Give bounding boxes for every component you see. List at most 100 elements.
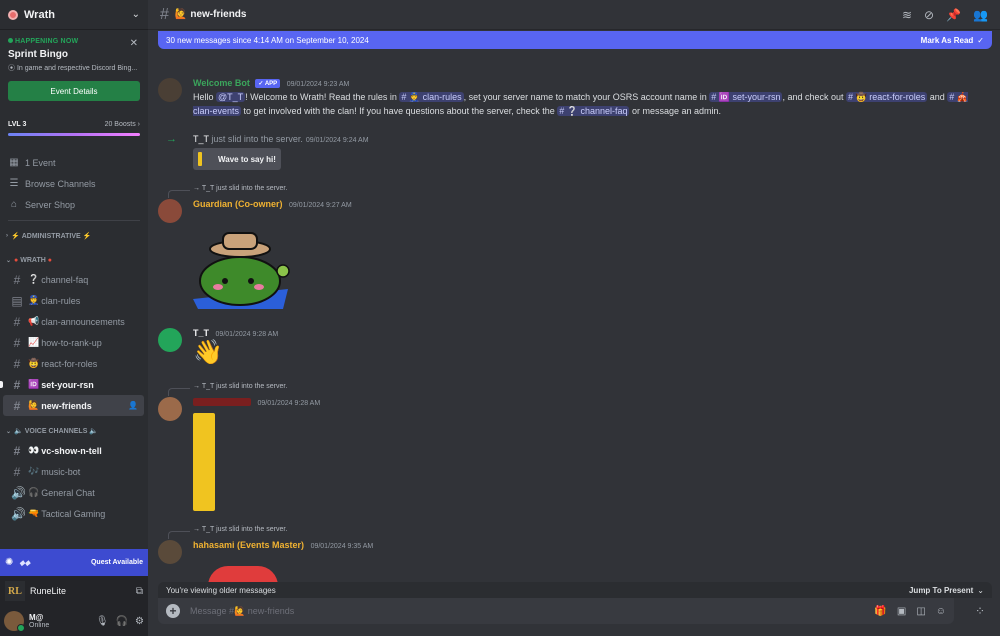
- hash-icon: #: [13, 377, 21, 392]
- channel-mention[interactable]: # 👮 clan-rules: [399, 92, 464, 102]
- chat-area: # 🙋 new-friends ≋ ⊘ 📌 👥 30 new messages …: [148, 0, 1000, 636]
- chevron-down-icon[interactable]: ⌄: [132, 9, 140, 20]
- mark-read-icon[interactable]: ✓: [977, 36, 984, 45]
- event-title: Sprint Bingo: [8, 49, 68, 60]
- timestamp: 09/01/2024 9:35 AM: [310, 543, 374, 550]
- hash-icon: #: [13, 464, 21, 479]
- chevron-down-icon[interactable]: ⌄: [977, 586, 984, 595]
- boost-progress[interactable]: LVL 3 20 Boosts ›: [8, 121, 140, 128]
- event-card: HAPPENING NOW ✕ Sprint Bingo ⦿ In game a…: [0, 30, 148, 107]
- headphones-icon[interactable]: 🎧: [116, 616, 128, 627]
- author-name[interactable]: T_T: [193, 328, 209, 338]
- chevron-right-icon: ›: [6, 233, 8, 239]
- hash-icon: #: [13, 314, 21, 329]
- hash-icon: #: [13, 443, 21, 458]
- boost-level: LVL 3: [8, 121, 27, 128]
- channel-general-chat[interactable]: 🔊 🎧 General Chat: [3, 482, 144, 503]
- reply-preview[interactable]: → T_T just slid into the server.: [193, 526, 287, 533]
- author-name[interactable]: Welcome Bot: [193, 78, 250, 88]
- channel-title: new-friends: [190, 9, 247, 20]
- timestamp: 09/01/2024 9:27 AM: [289, 202, 352, 209]
- sticker-icon[interactable]: ◫: [916, 606, 925, 617]
- author-name[interactable]: hahasami (Events Master): [193, 540, 304, 550]
- event-details-button[interactable]: Event Details: [8, 81, 140, 101]
- invite-icon[interactable]: 👤: [128, 401, 138, 410]
- mark-as-read-button[interactable]: Mark As Read: [921, 36, 974, 45]
- hash-icon: #: [13, 335, 21, 350]
- avatar[interactable]: [158, 540, 182, 564]
- gift-icon[interactable]: 🎁: [874, 606, 886, 617]
- channel-channel-faq[interactable]: # ❔ channel-faq: [3, 269, 144, 290]
- reply-preview[interactable]: → T_T just slid into the server.: [193, 383, 287, 390]
- channel-how-to-rank-up[interactable]: # 📈 how-to-rank-up: [3, 332, 144, 353]
- member-list-icon[interactable]: 👥: [973, 8, 988, 22]
- demon-icon: ●: [47, 256, 53, 264]
- activity-name: RuneLite: [30, 586, 67, 596]
- browse-channels-link[interactable]: ☰ Browse Channels: [0, 173, 148, 194]
- channel-music-bot[interactable]: # 🎶 music-bot: [3, 461, 144, 482]
- channel-vc-show-n-tell[interactable]: # 👀 vc-show-n-tell: [3, 440, 144, 461]
- author-name-redacted[interactable]: [193, 398, 251, 406]
- quest-bar[interactable]: ✺ ◆◆ Quest Available: [0, 549, 148, 576]
- new-messages-banner[interactable]: 30 new messages since 4:14 AM on Septemb…: [158, 31, 992, 49]
- message-input[interactable]: [190, 606, 865, 616]
- threads-icon[interactable]: ≋: [902, 8, 912, 22]
- quest-available-label: Quest Available: [90, 559, 143, 566]
- runelite-logo-icon: RL: [5, 581, 25, 601]
- gear-icon[interactable]: ⚙: [135, 616, 144, 627]
- gif-icon[interactable]: ▣: [897, 606, 906, 617]
- author-name[interactable]: Guardian (Co-owner): [193, 199, 283, 209]
- user-info[interactable]: M@ Online: [29, 613, 89, 629]
- microphone-icon[interactable]: 🎙: [96, 616, 109, 627]
- reply-preview[interactable]: → T_T just slid into the server.: [193, 185, 287, 192]
- screen-share-icon[interactable]: ⧉: [136, 586, 143, 597]
- lightning-icon: ⚡: [11, 233, 20, 240]
- channel-mention[interactable]: # 🆔 set-your-rsn: [709, 92, 783, 102]
- plus-icon[interactable]: +: [166, 604, 180, 618]
- speaker-icon: 🔈: [14, 428, 23, 435]
- mute-bell-icon[interactable]: ⊘: [924, 8, 934, 22]
- category-voice-channels[interactable]: ⌄ 🔈 VOICE CHANNELS 🔈: [0, 422, 148, 440]
- avatar[interactable]: [4, 611, 25, 632]
- avatar[interactable]: [158, 397, 182, 421]
- wave-button[interactable]: Wave to say hi!: [193, 148, 281, 170]
- reply-connector: [168, 388, 190, 396]
- user-mention[interactable]: @T_T: [216, 92, 246, 102]
- message-list: Welcome Bot ✓ APP 09/01/2024 9:23 AM Hel…: [148, 50, 1000, 586]
- channel-new-friends[interactable]: # 🙋 new-friends 👤: [3, 395, 144, 416]
- apps-icon[interactable]: ⁘: [968, 598, 992, 624]
- server-header[interactable]: Wrath ⌄: [0, 0, 148, 30]
- jump-to-present-button[interactable]: Jump To Present: [909, 586, 973, 595]
- hash-icon: #: [13, 272, 21, 287]
- channel-mention[interactable]: # ❔ channel-faq: [557, 106, 630, 116]
- events-link[interactable]: ▦ 1 Event: [0, 152, 148, 173]
- demon-icon: ●: [14, 256, 19, 264]
- channel-clan-rules[interactable]: ▤ 👮 clan-rules: [3, 290, 144, 311]
- pin-icon[interactable]: 📌: [946, 8, 961, 22]
- live-dot-icon: [8, 38, 13, 43]
- activity-panel[interactable]: RL RuneLite ⧉: [0, 576, 148, 606]
- hash-icon: #: [13, 398, 21, 413]
- server-shop-link[interactable]: ⌂ Server Shop: [0, 194, 148, 215]
- reply-connector: [168, 190, 190, 198]
- channel-tactical-gaming[interactable]: 🔊 🔫 Tactical Gaming: [3, 503, 144, 524]
- category-wrath[interactable]: ⌄ ● WRATH ●: [0, 251, 148, 269]
- channel-clan-announcements[interactable]: # 📢 clan-announcements: [3, 311, 144, 332]
- older-messages-text: You're viewing older messages: [166, 585, 276, 595]
- avatar[interactable]: [158, 328, 182, 352]
- channel-set-your-rsn[interactable]: # 🆔 set-your-rsn: [0, 374, 144, 395]
- message-composer: + 🎁 ▣ ◫ ☺: [158, 598, 954, 624]
- server-name: Wrath: [24, 8, 55, 21]
- channel-react-for-roles[interactable]: # 🤠 react-for-roles: [3, 353, 144, 374]
- channel-mention[interactable]: # 🤠 react-for-roles: [846, 92, 928, 102]
- close-icon[interactable]: ✕: [130, 38, 138, 49]
- category-administrative[interactable]: › ⚡ ADMINISTRATIVE ⚡: [0, 227, 148, 245]
- hash-icon: #: [13, 356, 21, 371]
- join-arrow-icon: →: [166, 133, 177, 145]
- wave-emoji: 👋: [193, 339, 223, 366]
- avatar[interactable]: [158, 78, 182, 102]
- emoji-icon[interactable]: ☺: [936, 606, 946, 617]
- message-content: Hello @T_T! Welcome to Wrath! Read the r…: [193, 92, 969, 116]
- avatar[interactable]: [158, 199, 182, 223]
- cowboy-slime-sticker: [193, 232, 290, 309]
